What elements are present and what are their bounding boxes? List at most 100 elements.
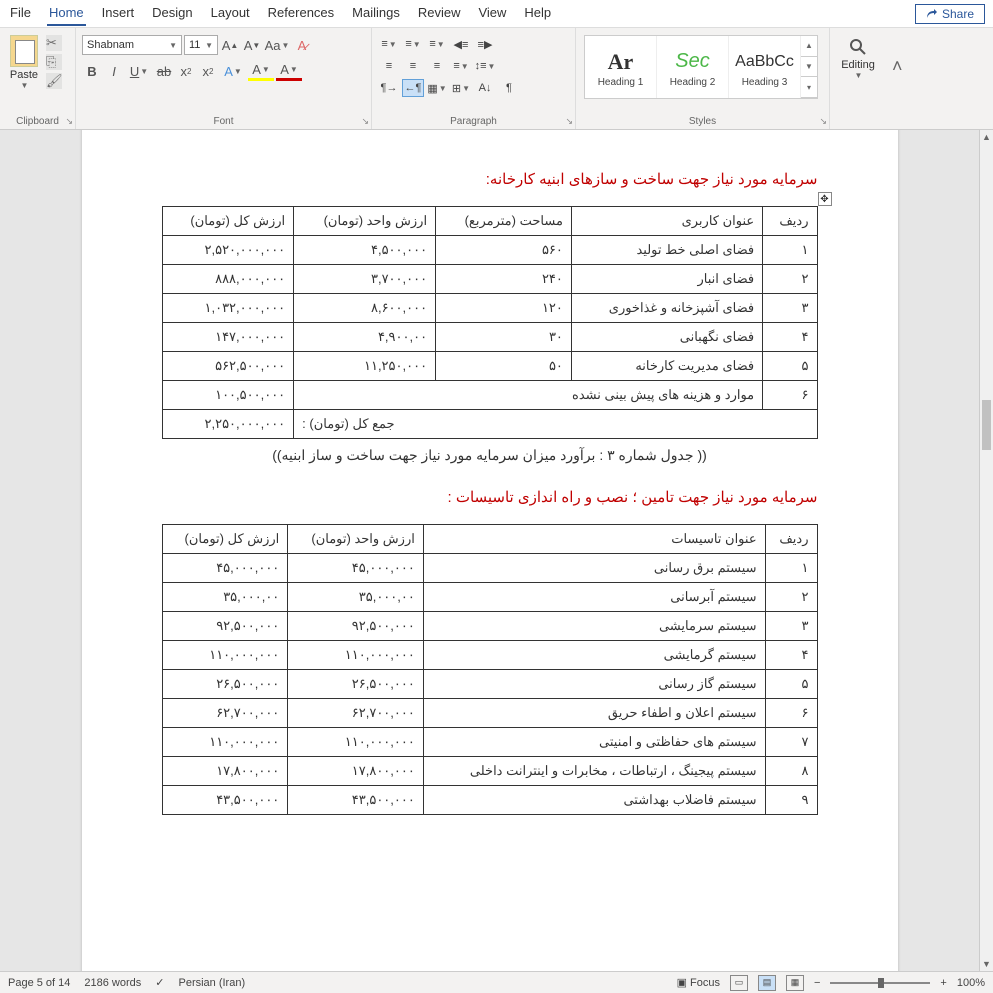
web-layout-icon[interactable]: ▦	[786, 975, 804, 991]
table-row[interactable]: ۳سیستم سرمایشی۹۲,۵۰۰,۰۰۰۹۲,۵۰۰,۰۰۰	[162, 612, 817, 641]
style-heading-1[interactable]: ArHeading 1	[585, 36, 657, 98]
table-row[interactable]: ۱فضای اصلی خط تولید۵۶۰۴,۵۰۰,۰۰۰۲,۵۲۰,۰۰۰…	[162, 236, 817, 265]
menu-tab-help[interactable]: Help	[522, 1, 553, 26]
read-mode-icon[interactable]: ▭	[730, 975, 748, 991]
increase-indent-icon[interactable]: ≡▶	[474, 35, 496, 53]
align-right-icon[interactable]: ≡	[426, 57, 448, 75]
scroll-up-icon[interactable]: ▲	[980, 130, 993, 144]
dialog-launcher-icon[interactable]: ↘	[819, 116, 827, 127]
table-row[interactable]: ۵سیستم گاز رسانی۲۶,۵۰۰,۰۰۰۲۶,۵۰۰,۰۰۰	[162, 670, 817, 699]
sort-icon[interactable]: A↓	[474, 79, 496, 97]
ribbon: Paste ▼ ✂ ⎘ 🖌 Clipboard ↘ Shabnam▼ 11▼ A…	[0, 28, 993, 130]
shrink-font-icon[interactable]: A▼	[242, 35, 262, 55]
zoom-slider[interactable]	[830, 982, 930, 984]
grow-font-icon[interactable]: A▲	[220, 35, 240, 55]
zoom-level[interactable]: 100%	[957, 977, 985, 989]
table-row[interactable]: ۴فضای نگهبانی۳۰۴,۹۰۰,۰۰۱۴۷,۰۰۰,۰۰۰	[162, 323, 817, 352]
table-header: ارزش واحد (تومان)	[294, 207, 436, 236]
menu-tab-file[interactable]: File	[8, 1, 33, 26]
superscript-icon[interactable]: x2	[198, 61, 218, 81]
group-label: Styles	[576, 116, 829, 129]
menu-tab-home[interactable]: Home	[47, 1, 86, 26]
table-row[interactable]: ۲فضای انبار۲۴۰۳,۷۰۰,۰۰۰۸۸۸,۰۰۰,۰۰۰	[162, 265, 817, 294]
zoom-in-icon[interactable]: +	[940, 977, 946, 989]
font-color-icon[interactable]: A▼	[276, 61, 302, 81]
styles-scroll[interactable]: ▲▼▾	[801, 36, 817, 98]
chevron-down-icon: ▼	[21, 81, 29, 90]
print-layout-icon[interactable]: ▤	[758, 975, 776, 991]
menu-tab-insert[interactable]: Insert	[100, 1, 137, 26]
menu-tab-design[interactable]: Design	[150, 1, 194, 26]
table-row[interactable]: ۶سیستم اعلان و اطفاء حریق۶۲,۷۰۰,۰۰۰۶۲,۷۰…	[162, 699, 817, 728]
numbering-icon[interactable]: ≡▼	[402, 35, 424, 53]
italic-icon[interactable]: I	[104, 61, 124, 81]
borders-icon[interactable]: ⊞▼	[450, 79, 472, 97]
vertical-scrollbar[interactable]: ▲ ▼	[979, 130, 993, 971]
editing-button[interactable]: Editing ▼	[834, 31, 882, 80]
table-row[interactable]: ۶موارد و هزینه های پیش بینی نشده۱۰۰,۵۰۰,…	[162, 381, 817, 410]
scroll-thumb[interactable]	[982, 400, 991, 450]
format-painter-icon[interactable]: 🖌	[46, 73, 62, 89]
collapse-ribbon-icon[interactable]: ˄	[886, 28, 909, 129]
page[interactable]: سرمایه مورد نیاز جهت ساخت و سازهای ابنیه…	[82, 130, 898, 971]
dialog-launcher-icon[interactable]: ↘	[65, 116, 73, 127]
change-case-icon[interactable]: Aa▼	[264, 35, 290, 55]
decrease-indent-icon[interactable]: ◀≡	[450, 35, 472, 53]
font-size-select[interactable]: 11▼	[184, 35, 218, 55]
styles-gallery[interactable]: ArHeading 1SecHeading 2AaBbCcHeading 3▲▼…	[584, 35, 818, 99]
dialog-launcher-icon[interactable]: ↘	[565, 116, 573, 127]
underline-icon[interactable]: U▼	[126, 61, 152, 81]
table-row[interactable]: ۵فضای مدیریت کارخانه۵۰۱۱,۲۵۰,۰۰۰۵۶۲,۵۰۰,…	[162, 352, 817, 381]
table-move-handle[interactable]: ✥	[818, 192, 832, 206]
table-row[interactable]: ۲سیستم آبرسانی۳۵,۰۰۰,۰۰۳۵,۰۰۰,۰۰	[162, 583, 817, 612]
table-row[interactable]: ۴سیستم گرمایشی۱۱۰,۰۰۰,۰۰۰۱۱۰,۰۰۰,۰۰۰	[162, 641, 817, 670]
status-bar: Page 5 of 14 2186 words ✓ Persian (Iran)…	[0, 971, 993, 993]
style-heading-2[interactable]: SecHeading 2	[657, 36, 729, 98]
focus-mode[interactable]: ▣ Focus	[677, 976, 720, 989]
table-header: ارزش واحد (تومان)	[288, 525, 424, 554]
table-row[interactable]: ۸سیستم پیجینگ ، ارتباطات ، مخابرات و این…	[162, 757, 817, 786]
table-2[interactable]: ردیفعنوان تاسیساتارزش واحد (تومان)ارزش ک…	[162, 524, 818, 815]
dialog-launcher-icon[interactable]: ↘	[361, 116, 369, 127]
paste-icon	[10, 35, 38, 67]
align-left-icon[interactable]: ≡	[378, 57, 400, 75]
status-language[interactable]: Persian (Iran)	[178, 977, 245, 989]
table-1[interactable]: ردیفعنوان کاربریمساحت (مترمربع)ارزش واحد…	[162, 206, 818, 439]
cut-icon[interactable]: ✂	[46, 35, 62, 51]
justify-icon[interactable]: ≡▼	[450, 57, 472, 75]
shading-icon[interactable]: ▦▼	[426, 79, 448, 97]
multilevel-icon[interactable]: ≡▼	[426, 35, 448, 53]
menu-tab-references[interactable]: References	[266, 1, 336, 26]
text-effects-icon[interactable]: A▼	[220, 61, 246, 81]
ltr-icon[interactable]: ¶→	[378, 79, 400, 97]
menu-tab-layout[interactable]: Layout	[209, 1, 252, 26]
align-center-icon[interactable]: ≡	[402, 57, 424, 75]
paste-button[interactable]: Paste ▼	[4, 31, 44, 90]
bullets-icon[interactable]: ≡▼	[378, 35, 400, 53]
strikethrough-icon[interactable]: ab	[154, 61, 174, 81]
menu-tab-mailings[interactable]: Mailings	[350, 1, 402, 26]
bold-icon[interactable]: B	[82, 61, 102, 81]
menu-tab-view[interactable]: View	[476, 1, 508, 26]
rtl-icon[interactable]: ←¶	[402, 79, 424, 97]
style-heading-3[interactable]: AaBbCcHeading 3	[729, 36, 801, 98]
show-marks-icon[interactable]: ¶	[498, 79, 520, 97]
font-name-select[interactable]: Shabnam▼	[82, 35, 182, 55]
line-spacing-icon[interactable]: ↕≡▼	[474, 57, 496, 75]
table-total-row[interactable]: جمع کل (تومان) :۲,۲۵۰,۰۰۰,۰۰۰	[162, 410, 817, 439]
table-row[interactable]: ۹سیستم فاضلاب بهداشتی۴۳,۵۰۰,۰۰۰۴۳,۵۰۰,۰۰…	[162, 786, 817, 815]
share-button[interactable]: Share	[915, 4, 985, 24]
table-row[interactable]: ۱سیستم برق رسانی۴۵,۰۰۰,۰۰۰۴۵,۰۰۰,۰۰۰	[162, 554, 817, 583]
table-row[interactable]: ۳فضای آشپزخانه و غذاخوری۱۲۰۸,۶۰۰,۰۰۰۱,۰۳…	[162, 294, 817, 323]
zoom-out-icon[interactable]: −	[814, 977, 820, 989]
menu-tab-review[interactable]: Review	[416, 1, 463, 26]
highlight-icon[interactable]: A▼	[248, 61, 274, 81]
scroll-down-icon[interactable]: ▼	[980, 957, 993, 971]
copy-icon[interactable]: ⎘	[46, 54, 62, 70]
table-row[interactable]: ۷سیستم های حفاظتی و امنیتی۱۱۰,۰۰۰,۰۰۰۱۱۰…	[162, 728, 817, 757]
clear-format-icon[interactable]: A̷	[292, 35, 312, 55]
status-words[interactable]: 2186 words	[84, 977, 141, 989]
subscript-icon[interactable]: x2	[176, 61, 196, 81]
spellcheck-icon[interactable]: ✓	[155, 976, 164, 989]
status-page[interactable]: Page 5 of 14	[8, 977, 70, 989]
